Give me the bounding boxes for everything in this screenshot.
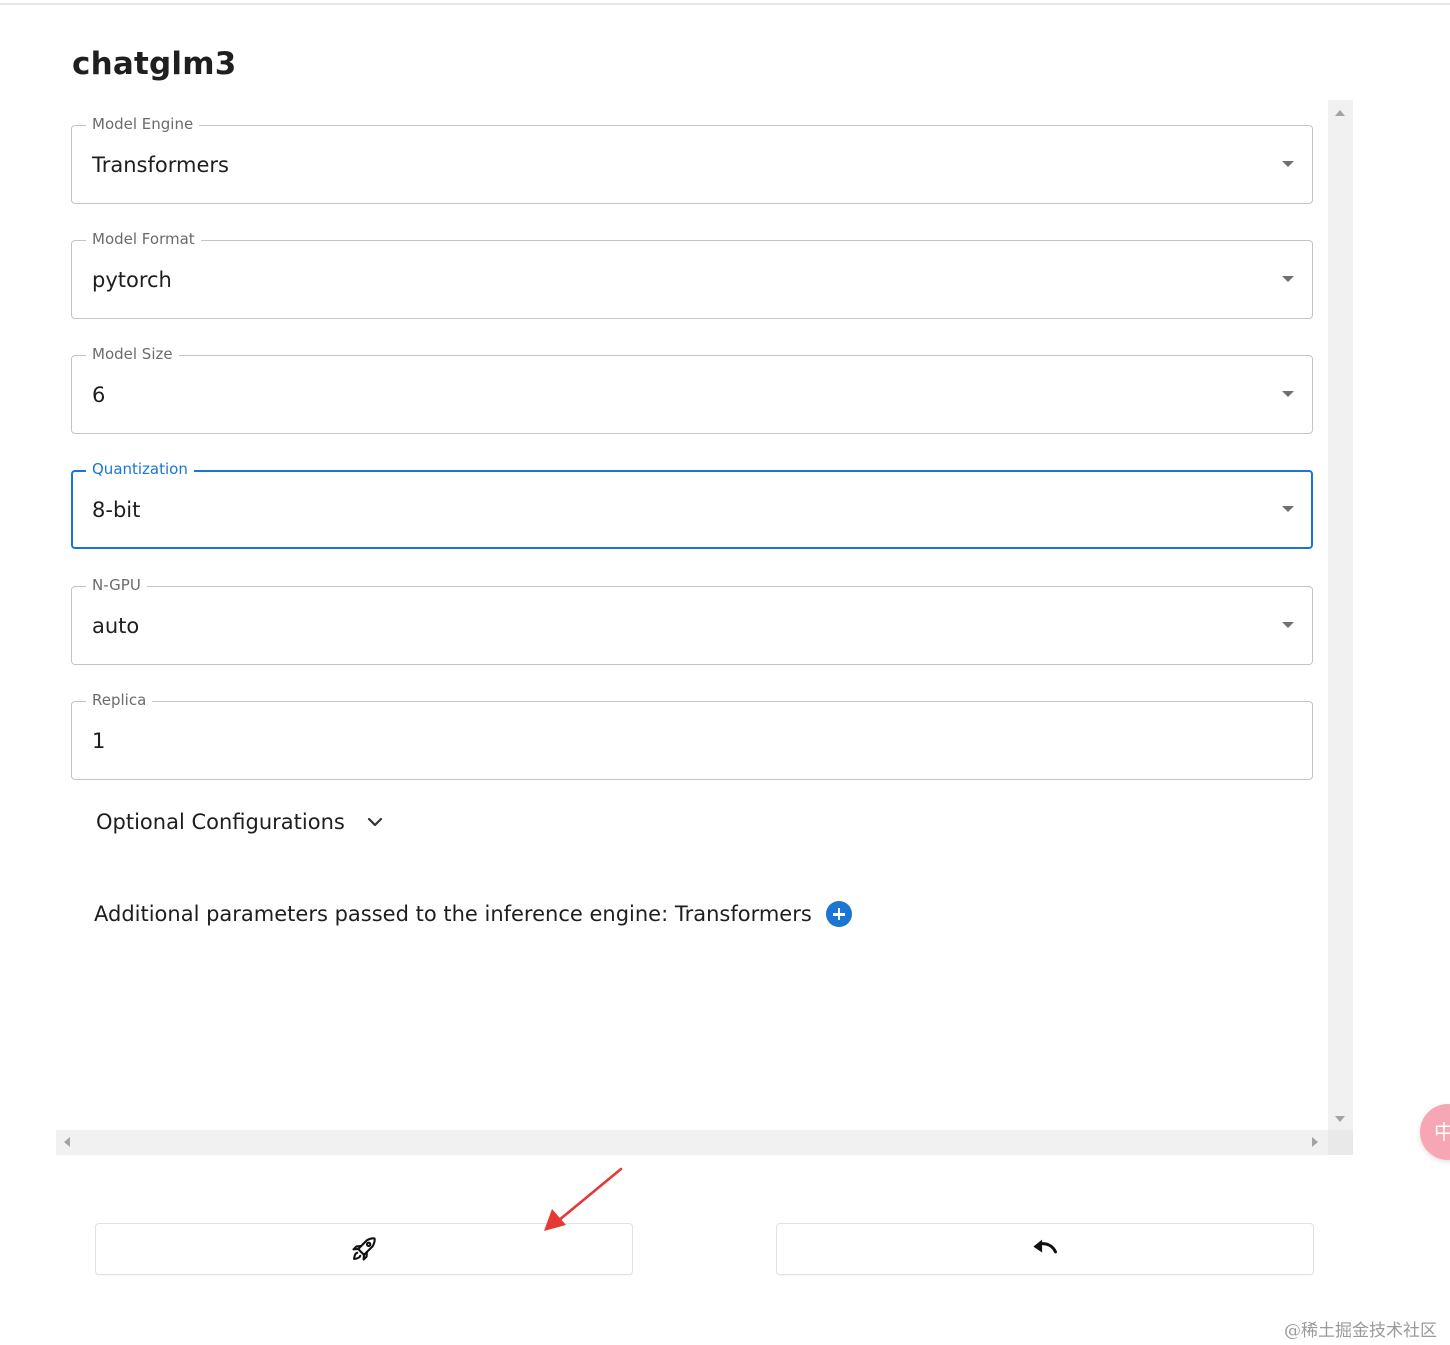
additional-parameters-row: Additional parameters passed to the infe… — [94, 901, 852, 927]
page-title: chatglm3 — [72, 46, 237, 82]
field-value: Transformers — [92, 153, 229, 177]
scroll-right-icon[interactable] — [1312, 1137, 1318, 1147]
floating-input-badge[interactable]: 中 — [1420, 1104, 1450, 1160]
back-button[interactable] — [776, 1223, 1314, 1275]
quantization-select[interactable]: Quantization 8-bit — [71, 459, 1313, 549]
field-label: Model Format — [86, 229, 201, 249]
model-format-select[interactable]: Model Format pytorch — [71, 229, 1313, 319]
select-outline — [71, 470, 1313, 549]
dropdown-arrow-icon[interactable] — [1282, 506, 1294, 512]
input-outline — [71, 701, 1313, 780]
field-label: Model Engine — [86, 114, 200, 134]
additional-parameters-label: Additional parameters passed to the infe… — [94, 902, 812, 926]
field-label: Replica — [86, 690, 153, 710]
top-divider — [0, 3, 1450, 5]
dropdown-arrow-icon[interactable] — [1282, 276, 1294, 282]
vertical-scrollbar[interactable] — [1328, 100, 1353, 1130]
field-value: 8-bit — [92, 498, 141, 522]
scrollbar-corner — [1328, 1130, 1353, 1155]
chevron-down-icon[interactable] — [367, 814, 383, 830]
field-value: pytorch — [92, 268, 172, 292]
field-value[interactable]: 1 — [92, 728, 105, 754]
field-value: 6 — [92, 383, 106, 407]
horizontal-scrollbar[interactable] — [56, 1130, 1353, 1155]
model-size-select[interactable]: Model Size 6 — [71, 344, 1313, 434]
field-label: Model Size — [86, 344, 179, 364]
rocket-icon — [352, 1237, 376, 1261]
plus-circle-icon[interactable] — [825, 901, 852, 927]
select-outline — [71, 240, 1313, 319]
model-engine-select[interactable]: Model Engine Transformers — [71, 114, 1313, 204]
field-label: Quantization — [86, 459, 194, 479]
n-gpu-select[interactable]: N-GPU auto — [71, 575, 1313, 665]
dropdown-arrow-icon[interactable] — [1282, 622, 1294, 628]
field-label: N-GPU — [86, 575, 147, 595]
annotation-arrow-icon — [544, 1167, 623, 1231]
undo-icon — [1033, 1239, 1058, 1254]
scroll-down-icon[interactable] — [1335, 1116, 1345, 1122]
scroll-left-icon[interactable] — [64, 1137, 70, 1147]
select-outline — [71, 586, 1313, 665]
select-outline — [71, 355, 1313, 434]
dropdown-arrow-icon[interactable] — [1282, 161, 1294, 167]
field-value: auto — [92, 614, 140, 638]
optional-configurations-toggle[interactable]: Optional Configurations — [96, 810, 383, 834]
replica-input[interactable]: Replica 1 — [71, 690, 1313, 780]
dropdown-arrow-icon[interactable] — [1282, 391, 1294, 397]
optional-configurations-label: Optional Configurations — [96, 810, 345, 834]
scroll-up-icon[interactable] — [1335, 110, 1345, 116]
watermark: @稀土掘金技术社区 — [1284, 1321, 1437, 1341]
select-outline — [71, 125, 1313, 204]
